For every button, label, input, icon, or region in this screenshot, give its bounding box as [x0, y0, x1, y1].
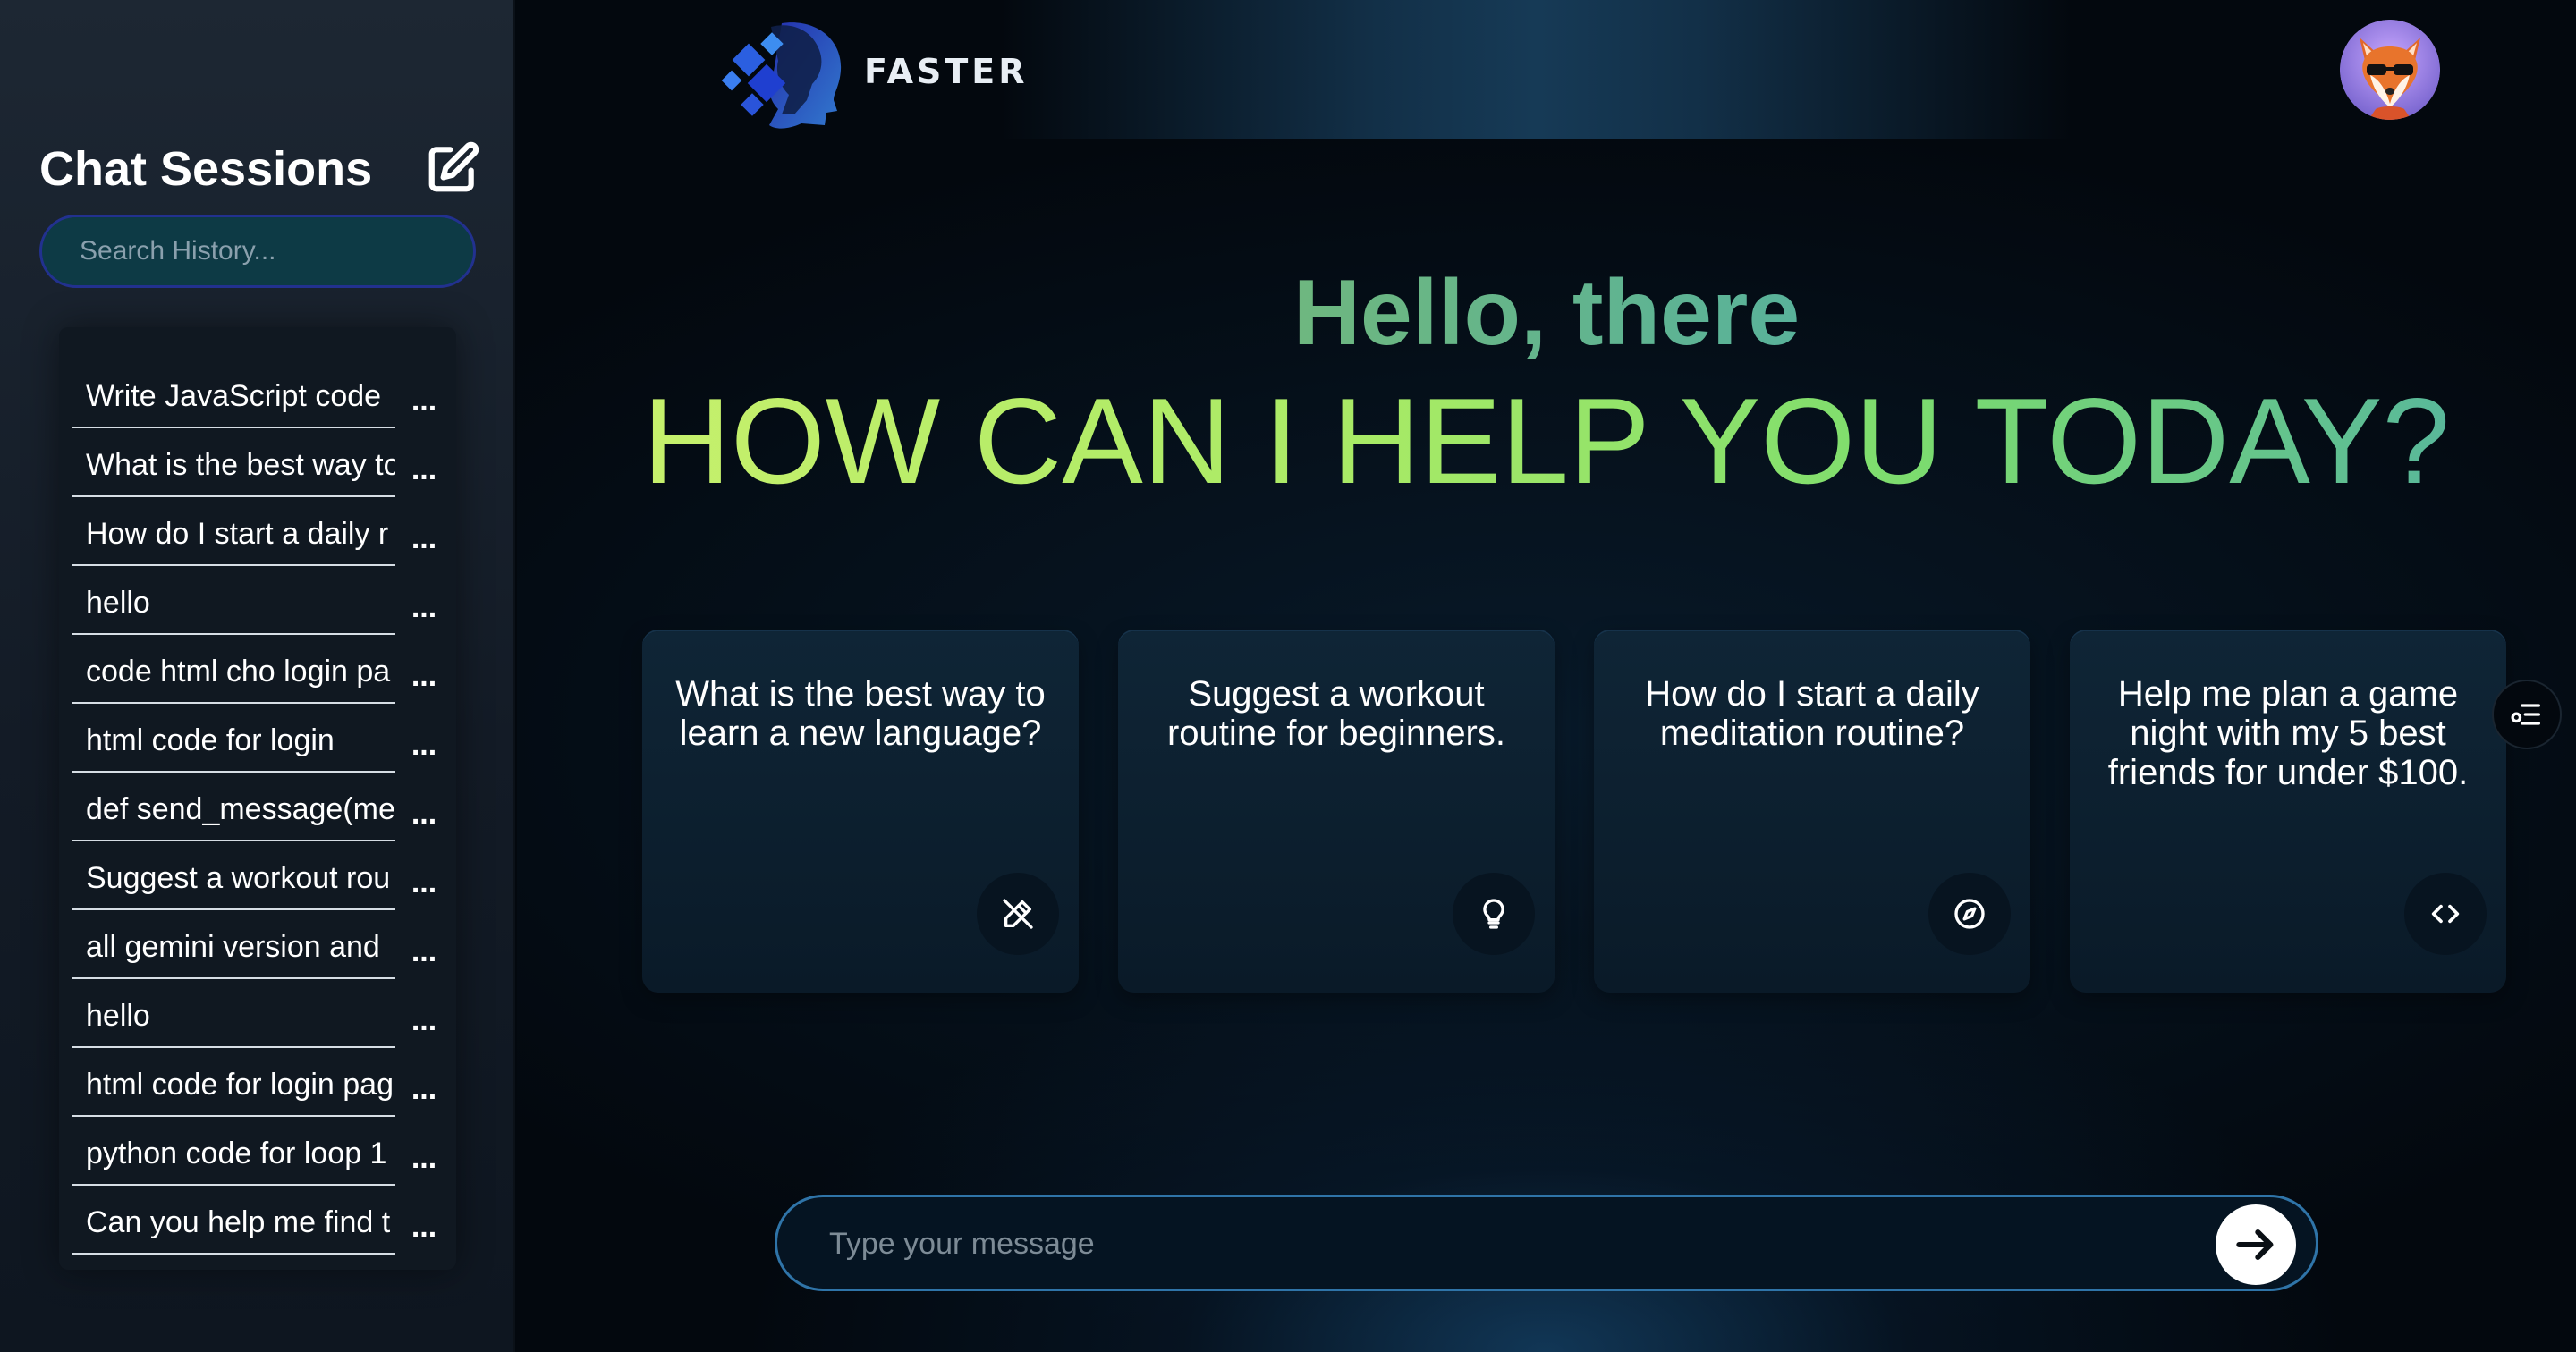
suggestion-card-icon-button — [2404, 873, 2487, 955]
code-icon — [2431, 904, 2460, 924]
history-item[interactable]: python code for loop 1 ... — [72, 1117, 442, 1186]
edit-icon — [428, 141, 479, 192]
history-item-label: Suggest a workout rou — [72, 841, 395, 910]
suggestion-card-icon-button — [1928, 873, 2011, 955]
sidebar: Chat Sessions Write JavaScript code ... … — [0, 0, 515, 1352]
history-item-label: python code for loop 1 — [72, 1117, 395, 1186]
history-item[interactable]: hello ... — [72, 566, 442, 635]
history-item[interactable]: hello ... — [72, 979, 442, 1048]
suggestion-card-text: Suggest a workout routine for beginners. — [1166, 674, 1505, 753]
history-list: Write JavaScript code ... What is the be… — [59, 327, 456, 1270]
history-item[interactable]: How do I start a daily r ... — [72, 497, 442, 566]
brand[interactable]: FASTER — [719, 11, 1029, 132]
history-item[interactable]: Can you help me find t ... — [72, 1186, 442, 1255]
history-item[interactable]: html code for login ... — [72, 704, 442, 773]
suggestion-card-icon-button — [1453, 873, 1535, 955]
history-item-menu-button[interactable]: ... — [406, 1048, 442, 1117]
history-item-menu-button[interactable]: ... — [406, 910, 442, 979]
sidebar-title: Chat Sessions — [39, 142, 373, 196]
history-item[interactable]: Suggest a workout rou ... — [72, 841, 442, 910]
compass-icon — [1954, 899, 1985, 929]
arrow-right-icon — [2236, 1229, 2274, 1261]
headline-text: HOW CAN I HELP YOU TODAY? — [642, 373, 2451, 509]
send-button[interactable] — [2216, 1204, 2296, 1285]
fox-avatar-icon — [2340, 20, 2440, 120]
main-area: FASTER Hello, there HOW CAN I HELP YOU T… — [517, 0, 2576, 1352]
history-item[interactable]: code html cho login pa ... — [72, 635, 442, 704]
suggestion-card[interactable]: Help me plan a game night with my 5 best… — [2070, 631, 2506, 993]
history-item-label: hello — [72, 979, 395, 1048]
history-item-label: Can you help me find t — [72, 1186, 395, 1255]
history-item-menu-button[interactable]: ... — [406, 841, 442, 910]
history-item-label: html code for login — [72, 704, 395, 773]
history-item-menu-button[interactable]: ... — [406, 773, 442, 841]
history-item-menu-button[interactable]: ... — [406, 566, 442, 635]
headline: HOW CAN I HELP YOU TODAY? — [517, 374, 2576, 508]
history-item-label: code html cho login pa — [72, 635, 395, 704]
brain-head-logo-icon — [721, 22, 842, 129]
history-item[interactable]: def send_message(me ... — [72, 773, 442, 841]
suggestion-card-text: Help me plan a game night with my 5 best… — [2107, 674, 2469, 792]
history-item-label: all gemini version and — [72, 910, 395, 979]
history-item[interactable]: html code for login pag ... — [72, 1048, 442, 1117]
history-item-label: Write JavaScript code — [72, 359, 395, 428]
history-item-menu-button[interactable]: ... — [406, 704, 442, 773]
history-item-label: html code for login pag — [72, 1048, 395, 1117]
history-item-menu-button[interactable]: ... — [406, 497, 442, 566]
history-item-label: What is the best way to — [72, 428, 395, 497]
suggestion-card[interactable]: Suggest a workout routine for beginners. — [1118, 631, 1555, 993]
search-history-input[interactable] — [39, 215, 476, 288]
user-avatar[interactable] — [2340, 20, 2440, 120]
header-glow — [1000, 0, 2073, 139]
history-item-menu-button[interactable]: ... — [406, 979, 442, 1048]
history-item-label: def send_message(me — [72, 773, 395, 841]
message-composer — [775, 1195, 2318, 1291]
app-window: Chat Sessions Write JavaScript code ... … — [0, 0, 2576, 1352]
history-item-menu-button[interactable]: ... — [406, 1186, 442, 1255]
suggestion-card-icon-button — [977, 873, 1059, 955]
history-item[interactable]: What is the best way to ... — [72, 428, 442, 497]
history-item-menu-button[interactable]: ... — [406, 428, 442, 497]
greeting: Hello, there — [517, 259, 2576, 367]
new-chat-button[interactable] — [420, 136, 485, 200]
suggestion-card-text: What is the best way to learn a new lang… — [675, 674, 1046, 753]
menu-toggle-icon — [2511, 704, 2540, 725]
pen-icon — [1003, 899, 1033, 929]
history-item[interactable]: Write JavaScript code ... — [72, 359, 442, 428]
history-item-label: How do I start a daily r — [72, 497, 395, 566]
greeting-text: Hello, there — [1292, 261, 1801, 365]
history-item-menu-button[interactable]: ... — [406, 635, 442, 704]
suggestion-card[interactable]: How do I start a daily meditation routin… — [1594, 631, 2030, 993]
suggestion-card-text: How do I start a daily meditation routin… — [1645, 674, 1979, 753]
history-item-menu-button[interactable]: ... — [406, 1117, 442, 1186]
history-item-menu-button[interactable]: ... — [406, 359, 442, 428]
panel-toggle-button[interactable] — [2492, 680, 2562, 749]
brand-name: FASTER — [864, 52, 1029, 91]
message-input[interactable] — [827, 1197, 2173, 1290]
lightbulb-icon — [1483, 899, 1504, 929]
history-item-label: hello — [72, 566, 395, 635]
suggestion-card[interactable]: What is the best way to learn a new lang… — [642, 631, 1079, 993]
history-item[interactable]: all gemini version and ... — [72, 910, 442, 979]
